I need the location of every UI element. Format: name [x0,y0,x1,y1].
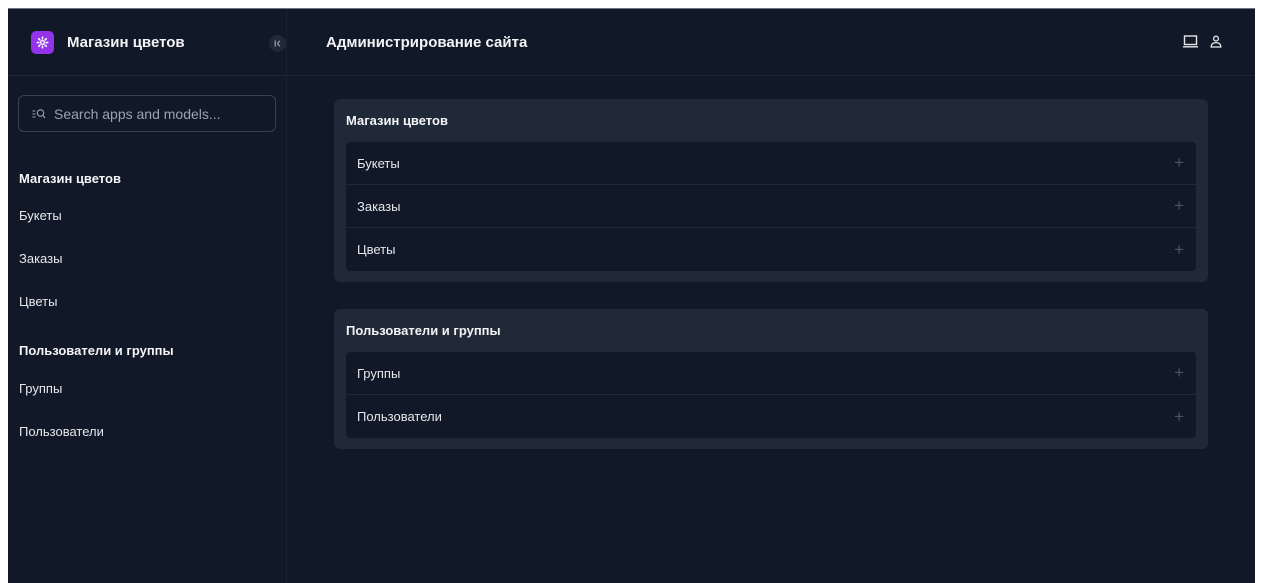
sidebar-item-users[interactable]: Пользователи [19,424,104,439]
card-title[interactable]: Пользователи и группы [346,309,1196,352]
card-title[interactable]: Магазин цветов [346,99,1196,142]
brand-name: Магазин цветов [67,33,185,51]
plus-icon[interactable]: + [1174,153,1184,173]
model-row-users[interactable]: Пользователи + [346,395,1196,438]
plus-icon[interactable]: + [1174,407,1184,427]
sidebar-item-bouquets[interactable]: Букеты [19,208,62,223]
model-list: Группы + Пользователи + [346,352,1196,438]
laptop-icon[interactable] [1183,35,1198,48]
app-card-users-groups: Пользователи и группы Группы + Пользоват… [334,309,1208,449]
model-link[interactable]: Букеты [357,156,400,171]
brand[interactable]: Магазин цветов [8,9,286,76]
header-actions [1183,35,1222,48]
plus-icon[interactable]: + [1174,240,1184,260]
nav-group-heading: Магазин цветов [19,171,121,186]
app-card-flower-shop: Магазин цветов Букеты + Заказы + Цветы + [334,99,1208,282]
search-placeholder: Search apps and models... [54,105,221,122]
settings-icon [31,30,54,54]
sidebar-item-orders[interactable]: Заказы [19,251,62,266]
model-row-flowers[interactable]: Цветы + [346,228,1196,271]
model-list: Букеты + Заказы + Цветы + [346,142,1196,271]
model-row-bouquets[interactable]: Букеты + [346,142,1196,185]
collapse-icon [274,40,281,47]
plus-icon[interactable]: + [1174,363,1184,383]
main-content: Администрирование сайта Магазин цветов Б… [287,9,1255,583]
model-link[interactable]: Группы [357,366,400,381]
sidebar-item-flowers[interactable]: Цветы [19,294,57,309]
app-frame: Магазин цветов Search apps and models...… [8,9,1255,583]
user-icon[interactable] [1210,35,1222,48]
search-input[interactable]: Search apps and models... [18,95,276,132]
search-icon [32,108,46,118]
page-title: Администрирование сайта [326,33,528,51]
plus-icon[interactable]: + [1174,196,1184,216]
collapse-sidebar-button[interactable] [269,35,286,52]
model-row-orders[interactable]: Заказы + [346,185,1196,228]
sidebar-item-groups[interactable]: Группы [19,381,62,396]
model-link[interactable]: Цветы [357,242,395,257]
model-link[interactable]: Пользователи [357,409,442,424]
nav-group-heading: Пользователи и группы [19,343,174,358]
model-link[interactable]: Заказы [357,199,400,214]
page-header: Администрирование сайта [287,9,1255,76]
model-row-groups[interactable]: Группы + [346,352,1196,395]
sidebar: Магазин цветов Search apps and models...… [8,9,287,583]
